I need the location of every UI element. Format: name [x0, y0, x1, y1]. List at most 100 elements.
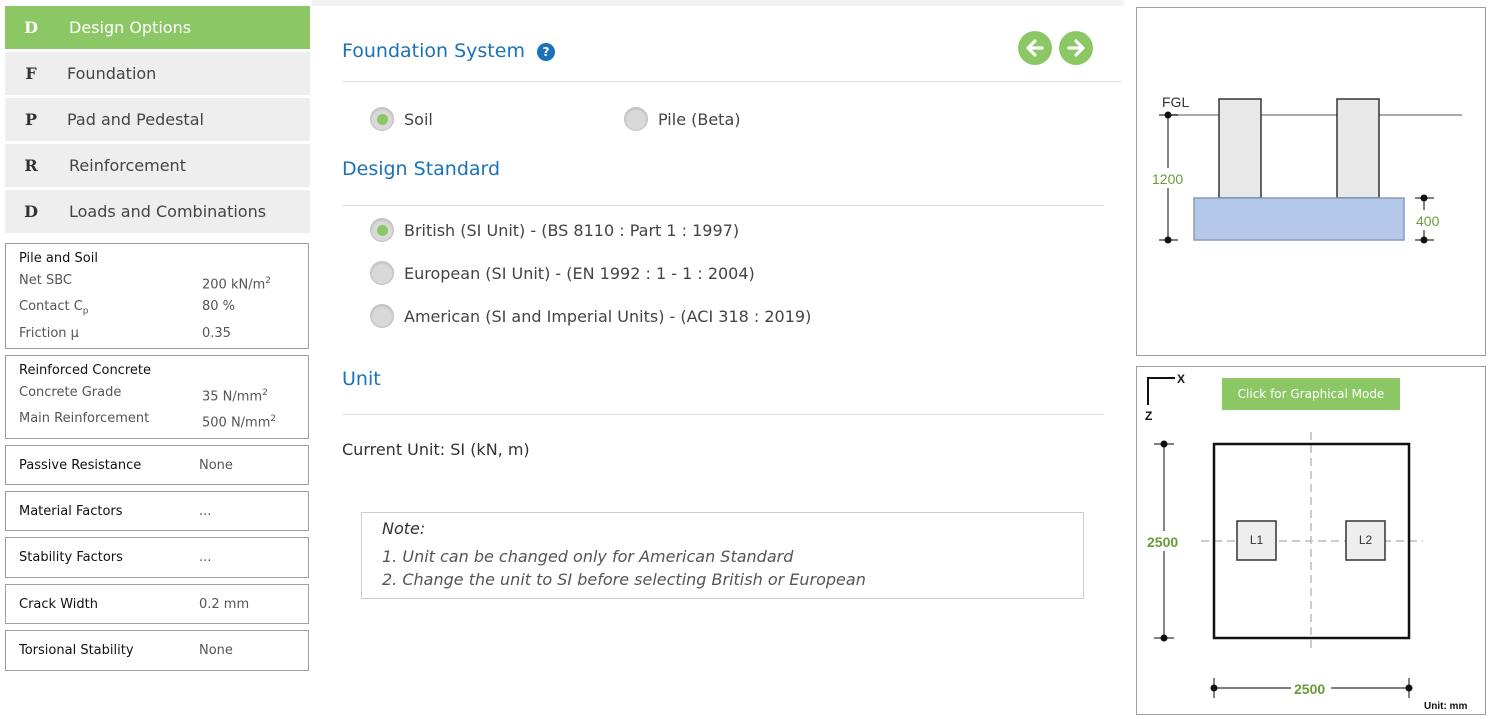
- next-button[interactable]: [1059, 31, 1093, 65]
- radio-label: Soil: [404, 109, 433, 129]
- nav-label: Loads and Combinations: [69, 202, 267, 221]
- property-label: Contact Cp: [19, 299, 89, 317]
- arrow-left-icon: [1026, 39, 1044, 57]
- help-icon[interactable]: ?: [537, 43, 555, 61]
- stability-factors-panel[interactable]: Stability Factors...: [5, 537, 309, 578]
- property-row: Contact Cp 80 %: [19, 296, 295, 323]
- property-label: Material Factors: [19, 503, 123, 519]
- radio-indicator: [370, 304, 394, 328]
- property-value: 200 kN/m2: [202, 276, 271, 293]
- arrow-right-icon: [1067, 39, 1085, 57]
- axis-x-label: X: [1177, 372, 1185, 386]
- property-row: Net SBC 200 kN/m2: [19, 270, 295, 296]
- nav-label: Pad and Pedestal: [67, 110, 204, 129]
- depth-label: 1200: [1152, 171, 1183, 187]
- crack-width-panel[interactable]: Crack Width 0.2 mm: [5, 584, 309, 624]
- elevation-drawing: FGL 1200 400: [1149, 94, 1462, 244]
- radio-indicator: [624, 107, 648, 131]
- axis-z-label: Z: [1145, 409, 1152, 423]
- unit-heading: Unit: [342, 368, 381, 390]
- nav-letter: D: [24, 202, 38, 221]
- width-label: 2500: [1147, 534, 1178, 550]
- design-standard-heading: Design Standard: [342, 158, 501, 180]
- unit-label: Unit: mm: [1424, 701, 1467, 712]
- property-row: Main Reinforcement 500 N/mm2: [19, 408, 295, 434]
- nav-item-loads-combinations[interactable]: D Loads and Combinations: [5, 190, 310, 233]
- elevation-diagram: FGL 1200 400: [1136, 7, 1486, 356]
- graphical-mode-button[interactable]: Click for Graphical Mode: [1222, 378, 1400, 410]
- length-label: 2500: [1294, 681, 1325, 697]
- property-value: 0.2 mm: [199, 596, 250, 612]
- property-label: Main Reinforcement: [19, 411, 150, 427]
- radio-label: American (SI and Imperial Units) - (ACI …: [404, 306, 812, 326]
- fgl-label: FGL: [1162, 94, 1189, 110]
- property-value: ...: [199, 503, 212, 519]
- radio-indicator: [370, 218, 394, 242]
- radio-european[interactable]: European (SI Unit) - (EN 1992 : 1 - 1 : …: [370, 261, 755, 285]
- property-value: 0.35: [202, 325, 231, 341]
- section-nav: D Design Options F Foundation P Pad and …: [5, 6, 310, 236]
- column-l2-label: L2: [1359, 533, 1373, 547]
- divider: [342, 414, 1104, 415]
- property-value: 35 N/mm2: [202, 388, 268, 405]
- property-row: Concrete Grade 35 N/mm2: [19, 382, 295, 408]
- top-strip: [312, 0, 1124, 6]
- nav-item-design-options[interactable]: D Design Options: [5, 6, 310, 49]
- property-label: Crack Width: [19, 596, 98, 612]
- column-l1-label: L1: [1250, 533, 1264, 547]
- property-label: Concrete Grade: [19, 385, 122, 400]
- property-label: Net SBC: [19, 273, 72, 288]
- torsional-stability-panel[interactable]: Torsional Stability None: [5, 630, 309, 671]
- property-value: None: [199, 643, 233, 658]
- nav-label: Foundation: [67, 64, 157, 83]
- radio-label: British (SI Unit) - (BS 8110 : Part 1 : …: [404, 220, 740, 240]
- divider: [342, 81, 1122, 82]
- radio-indicator: [370, 261, 394, 285]
- nav-label: Reinforcement: [69, 156, 186, 175]
- nav-letter: P: [24, 110, 38, 129]
- property-label: Stability Factors: [19, 550, 123, 565]
- note-title: Note:: [382, 519, 426, 538]
- nav-label: Design Options: [69, 18, 192, 37]
- radio-soil[interactable]: Soil: [370, 107, 433, 131]
- property-value: 500 N/mm2: [202, 414, 277, 431]
- radio-pile[interactable]: Pile (Beta): [624, 107, 741, 131]
- nav-letter: R: [24, 156, 38, 175]
- property-value: None: [199, 457, 233, 473]
- note-line: 1. Unit can be changed only for American…: [382, 547, 794, 566]
- foundation-system-heading: Foundation System: [342, 40, 525, 62]
- nav-item-foundation[interactable]: F Foundation: [5, 52, 310, 95]
- note-line: 2. Change the unit to SI before selectin…: [382, 570, 866, 589]
- property-row: Friction μ 0.35: [19, 323, 295, 345]
- property-value: 80 %: [202, 299, 236, 315]
- panel-title: Reinforced Concrete: [19, 363, 151, 378]
- nav-letter: F: [25, 64, 37, 83]
- material-factors-panel[interactable]: Material Factors...: [5, 491, 309, 531]
- radio-label: European (SI Unit) - (EN 1992 : 1 - 1 : …: [404, 263, 755, 283]
- property-value: ...: [199, 550, 212, 565]
- note-box: Note: 1. Unit can be changed only for Am…: [361, 512, 1084, 599]
- axis-indicator: [1147, 377, 1175, 405]
- panel-title: Pile and Soil: [19, 251, 98, 266]
- pile-soil-panel[interactable]: Pile and Soil Net SBC 200 kN/m2 Contact …: [5, 243, 309, 349]
- pedestal-left: [1218, 98, 1262, 199]
- nav-letter: D: [24, 18, 38, 37]
- pad-footing: [1193, 197, 1405, 241]
- nav-item-pad-pedestal[interactable]: P Pad and Pedestal: [5, 98, 310, 141]
- passive-resistance-panel[interactable]: Passive Resistance None: [5, 445, 309, 485]
- property-label: Torsional Stability: [19, 643, 134, 658]
- pedestal-right: [1336, 98, 1380, 199]
- radio-label: Pile (Beta): [658, 109, 741, 129]
- radio-british[interactable]: British (SI Unit) - (BS 8110 : Part 1 : …: [370, 218, 739, 242]
- thickness-label: 400: [1416, 213, 1440, 229]
- nav-item-reinforcement[interactable]: R Reinforcement: [5, 144, 310, 187]
- plan-drawing: X Z L1 L2 2500 2500 Unit: mm: [1145, 372, 1467, 712]
- previous-button[interactable]: [1018, 31, 1052, 65]
- property-label: Passive Resistance: [19, 457, 142, 473]
- divider: [342, 205, 1104, 206]
- radio-american[interactable]: American (SI and Imperial Units) - (ACI …: [370, 304, 811, 328]
- reinforced-concrete-panel[interactable]: Reinforced Concrete Concrete Grade 35 N/…: [5, 355, 309, 439]
- current-unit-text: Current Unit: SI (kN, m): [342, 440, 530, 459]
- property-label: Friction μ: [19, 325, 79, 341]
- radio-indicator: [370, 107, 394, 131]
